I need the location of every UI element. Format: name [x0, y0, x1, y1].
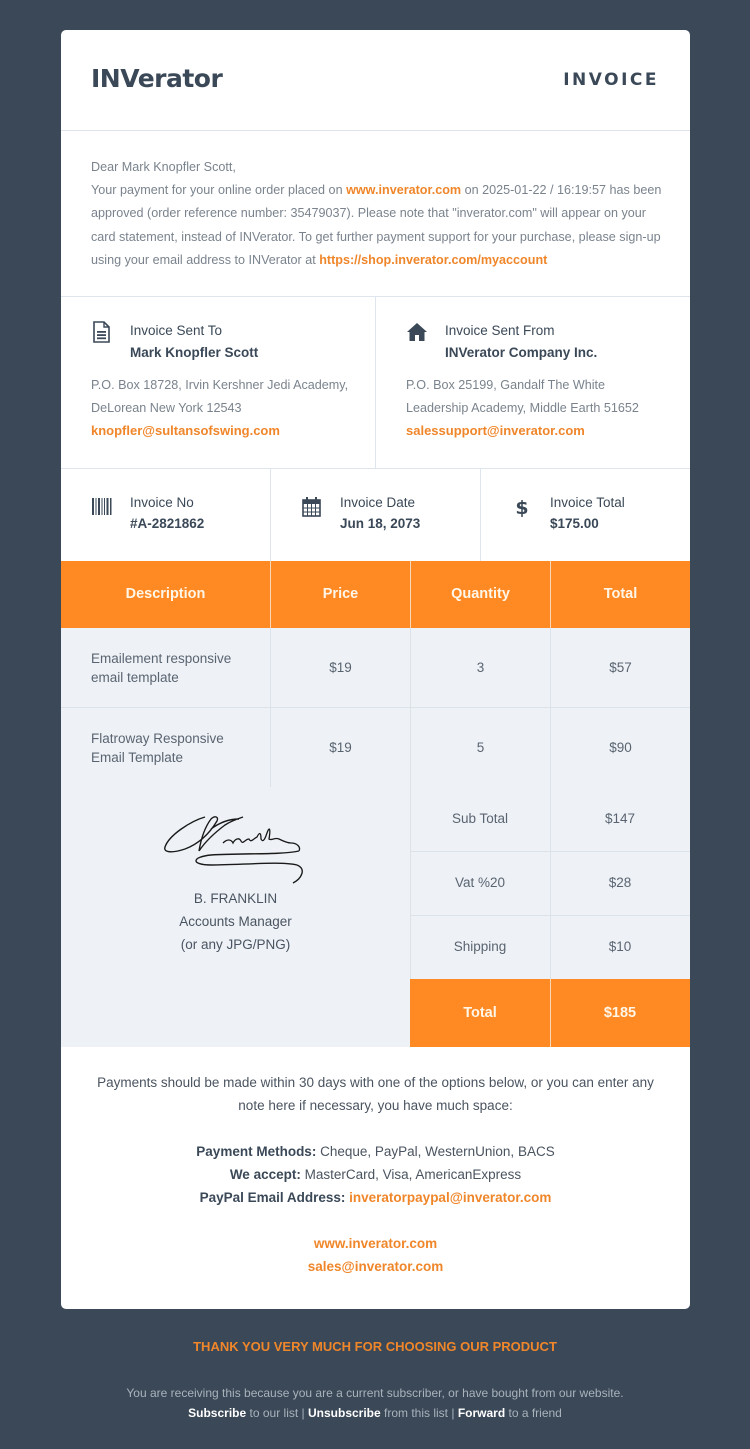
divider [270, 561, 271, 628]
divider [61, 707, 690, 708]
account-link[interactable]: https://shop.inverator.com/myaccount [319, 253, 547, 267]
grand-total-value: $185 [603, 1005, 637, 1021]
table-row: Emailement responsive email template $19… [61, 628, 690, 707]
greeting-text: Your payment for your online order place… [91, 183, 347, 198]
vat-label: Vat %20 [454, 875, 506, 890]
summary-row-shipping: Shipping $10 [410, 915, 690, 979]
summary-row-subtotal: Sub Total $147 [410, 787, 690, 851]
accepted-cards-value: MasterCard, Visa, AmericanExpress [300, 1167, 522, 1182]
item-price: $19 [329, 740, 352, 755]
greeting-message: Dear Mark Knopfler Scott, Your payment f… [91, 156, 666, 272]
items-table-header: Description Price Quantity Total [61, 561, 690, 628]
item-quantity: 3 [476, 660, 485, 675]
item-total: $57 [609, 660, 632, 675]
recipient-name: Mark Knopfler Scott [130, 345, 259, 360]
forward-link[interactable]: Forward [458, 1406, 505, 1420]
recipient-address: P.O. Box 18728, Irvin Kershner Jedi Acad… [91, 378, 349, 416]
divider [61, 130, 690, 131]
subtotal-label: Sub Total [451, 811, 509, 826]
invoice-number-label: Invoice No [130, 495, 194, 510]
item-description: Emailement responsive email template [91, 650, 232, 685]
calendar-icon [302, 497, 321, 517]
item-price: $19 [329, 660, 352, 675]
sender-email[interactable]: salessupport@inverator.com [406, 423, 585, 438]
grand-total-label: Total [463, 1005, 497, 1021]
divider [550, 561, 551, 628]
thank-you-message: THANK YOU VERY MUCH FOR CHOOSING OUR PRO… [193, 1339, 557, 1354]
sales-email-row: sales@inverator.com [61, 1259, 690, 1274]
invoice-number-block: Invoice No #A-2821862 [61, 468, 271, 561]
footer-website-link[interactable]: www.inverator.com [314, 1236, 437, 1251]
subscription-links: Subscribe to our list | Unsubscribe from… [0, 1406, 750, 1420]
grand-total-row: Total $185 [410, 979, 690, 1047]
svg-text:$: $ [515, 497, 528, 518]
sales-email-link[interactable]: sales@inverator.com [308, 1259, 443, 1274]
sent-to-block: Invoice Sent To Mark Knopfler Scott P.O.… [61, 296, 375, 468]
payment-methods-label: Payment Methods: [196, 1144, 317, 1159]
invoice-date-label: Invoice Date [340, 495, 416, 510]
divider [410, 628, 411, 787]
recipient-email[interactable]: knopfler@sultansofswing.com [91, 423, 280, 438]
website-row: www.inverator.com [61, 1236, 690, 1251]
accepted-cards: We accept: MasterCard, Visa, AmericanExp… [61, 1167, 690, 1182]
summary-row-vat: Vat %20 $28 [410, 851, 690, 915]
invoice-card: INVerator INVOICE Dear Mark Knopfler Sco… [61, 30, 690, 1309]
vat-value: $28 [608, 875, 632, 890]
brand-logo: INVerator [91, 64, 223, 93]
signer-name: B. FRANKLIN [193, 891, 278, 906]
invoice-date-value: Jun 18, 2073 [340, 516, 421, 531]
column-header-price: Price [322, 586, 359, 602]
home-icon [407, 323, 427, 341]
summary-section: B. FRANKLIN Accounts Manager (or any JPG… [61, 787, 690, 1047]
divider [550, 979, 551, 1047]
invoice-total-label: Invoice Total [550, 495, 625, 510]
item-quantity: 5 [476, 740, 485, 755]
document-icon [93, 321, 110, 343]
subscribe-text: to our list | [246, 1406, 308, 1420]
barcode-icon [92, 498, 112, 515]
divider [550, 628, 551, 787]
divider [410, 561, 411, 628]
divider [270, 628, 271, 787]
table-row: Flatroway Responsive Email Template $19 … [61, 708, 690, 787]
sender-address: P.O. Box 25199, Gandalf The White Leader… [406, 378, 639, 416]
payment-note-text: Payments should be made within 30 days w… [97, 1075, 654, 1113]
forward-text: to a friend [505, 1406, 562, 1420]
paypal-email-link[interactable]: inveratorpaypal@inverator.com [349, 1190, 551, 1205]
column-header-description: Description [125, 586, 206, 602]
payment-methods-value: Cheque, PayPal, WesternUnion, BACS [316, 1144, 555, 1159]
invoice-date-block: Invoice Date Jun 18, 2073 [271, 468, 481, 561]
signer-role: Accounts Manager [179, 914, 292, 929]
shipping-value: $10 [608, 939, 632, 954]
accepted-cards-label: We accept: [229, 1167, 301, 1182]
paypal-email: PayPal Email Address: inveratorpaypal@in… [61, 1190, 690, 1205]
sent-to-label: Invoice Sent To [130, 323, 223, 338]
column-header-quantity: Quantity [451, 586, 510, 602]
item-total: $90 [609, 740, 632, 755]
website-link[interactable]: www.inverator.com [346, 183, 461, 197]
column-header-total: Total [603, 586, 638, 602]
sent-from-label: Invoice Sent From [445, 323, 555, 338]
subscribe-link[interactable]: Subscribe [188, 1406, 246, 1420]
sent-from-block: Invoice Sent From INVerator Company Inc.… [376, 296, 690, 468]
signature-text: B. FRANKLIN Accounts Manager (or any JPG… [61, 887, 410, 956]
payment-methods: Payment Methods: Cheque, PayPal, Western… [61, 1144, 690, 1159]
invoice-number-value: #A-2821862 [130, 516, 205, 531]
dollar-icon: $ [515, 497, 528, 518]
salutation: Dear Mark Knopfler Scott, [91, 160, 236, 174]
invoice-total-block: $ Invoice Total $175.00 [481, 468, 690, 561]
shipping-label: Shipping [453, 939, 507, 954]
unsubscribe-text: from this list | [380, 1406, 458, 1420]
document-title: INVOICE [563, 70, 659, 90]
invoice-total-value: $175.00 [550, 516, 599, 531]
paypal-email-label: PayPal Email Address: [199, 1190, 350, 1205]
sender-name: INVerator Company Inc. [445, 345, 598, 360]
signature-note: (or any JPG/PNG) [180, 937, 291, 952]
item-description: Flatroway Responsive Email Template [91, 730, 224, 765]
subtotal-value: $147 [604, 811, 636, 826]
subscription-notice: You are receiving this because you are a… [126, 1386, 624, 1400]
signature-image [164, 816, 303, 884]
unsubscribe-link[interactable]: Unsubscribe [308, 1406, 381, 1420]
